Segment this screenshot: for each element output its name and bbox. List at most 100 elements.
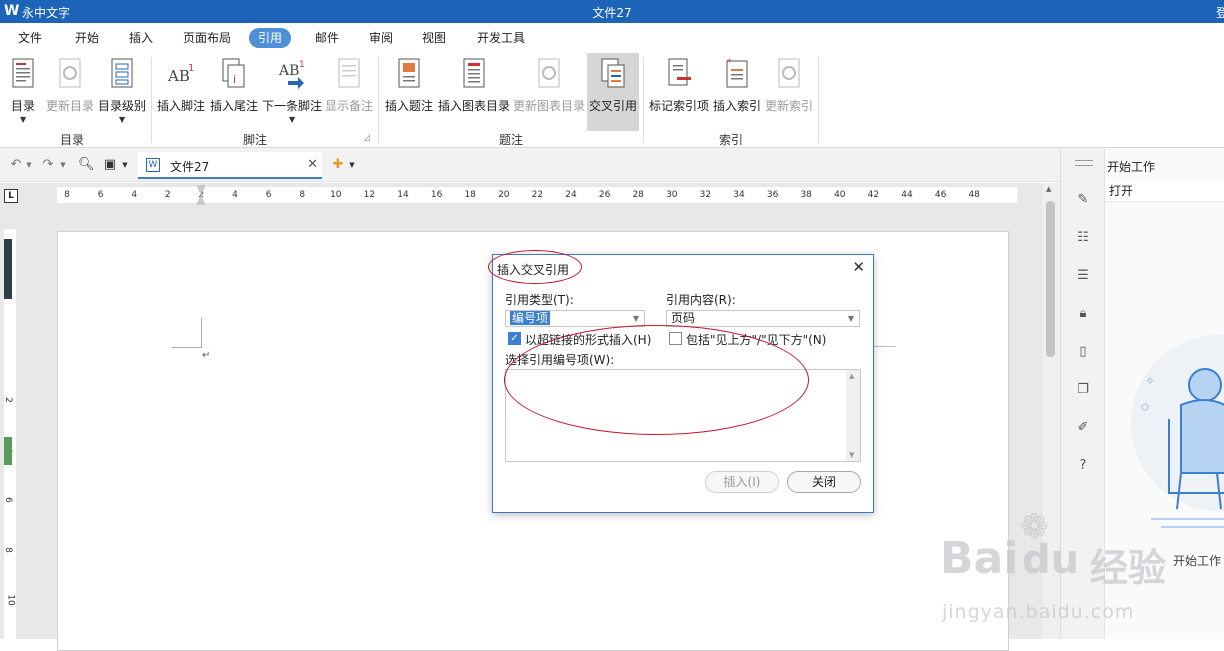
copy-icon[interactable]: ❐ (1075, 382, 1091, 398)
scroll-up-icon[interactable]: ▲ (1046, 185, 1051, 193)
watermark-brand-2: du (1022, 537, 1080, 583)
dialog-title: 插入交叉引用 (497, 263, 570, 277)
close-icon[interactable]: ✕ (307, 157, 318, 172)
open-link[interactable]: 打开 (1105, 180, 1224, 202)
chevron-down-icon[interactable]: ▼ (58, 157, 68, 173)
print-preview-icon[interactable]: 🔍︎ (78, 157, 95, 173)
hyperlink-checkbox[interactable]: ✓ (508, 332, 521, 345)
undo-icon[interactable]: ↶ (8, 157, 24, 173)
window-title: 文件27 (592, 6, 632, 20)
mark-index-button[interactable]: 标记索引项 (647, 53, 711, 131)
help-icon[interactable]: ? (1075, 458, 1091, 474)
reference-content-select[interactable]: 页码 ▼ (666, 310, 860, 327)
pen-icon[interactable]: ✎ (1075, 192, 1091, 208)
scroll-down-icon[interactable]: ▼ (849, 451, 854, 459)
group-label-caption: 题注 (499, 133, 524, 147)
ruler-tick-label: 22 (531, 190, 544, 200)
update-toc-button[interactable]: 更新目录 (42, 53, 98, 131)
update-figure-toc-button[interactable]: 更新图表目录 (512, 53, 586, 131)
next-footnote-label: 下一条脚注 (261, 99, 322, 113)
insert-endnote-button[interactable]: i 插入尾注 (208, 53, 260, 131)
ruler-tick-label: 8 (299, 190, 306, 200)
cross-reference-icon (601, 58, 625, 88)
chevron-down-icon[interactable]: ▼ (24, 157, 34, 173)
reference-type-select[interactable]: 编号项 ▼ (505, 310, 645, 327)
cross-reference-button[interactable]: 交叉引用 (587, 53, 639, 131)
title-bar: W 永中文字 文件27 登 (0, 0, 1224, 23)
scroll-up-icon[interactable]: ▲ (849, 372, 854, 380)
watermark-url: jingyan.baidu.com (942, 601, 1135, 623)
update-index-icon (778, 58, 800, 88)
ruler-tick-label: 8 (2, 547, 13, 553)
menu-mailings[interactable]: 邮件 (306, 28, 348, 48)
ruler-tick-label: 38 (800, 190, 812, 200)
insert-button[interactable]: 插入(I) (705, 471, 779, 493)
insert-figure-toc-label: 插入图表目录 (437, 99, 510, 113)
chevron-down-icon: ▼ (20, 115, 27, 124)
lock-icon[interactable]: 🔒︎ (1075, 306, 1091, 322)
menu-references[interactable]: 引用 (249, 28, 292, 48)
menu-view[interactable]: 视图 (413, 28, 455, 48)
insert-index-button[interactable]: * 插入索引 (712, 53, 762, 131)
reference-list[interactable]: ▲ ▼ (505, 369, 861, 462)
show-notes-label: 显示备注 (324, 99, 373, 113)
edit-icon[interactable]: ✐ (1075, 420, 1091, 436)
insert-footnote-button[interactable]: AB 1 插入脚注 (154, 53, 208, 131)
close-icon[interactable]: ✕ (852, 258, 865, 276)
ruler-tick-label: 18 (464, 190, 476, 200)
margin-corner-mark (172, 318, 202, 348)
horizontal-ruler[interactable]: 8 6 4 2 2 4 6 8 10 12 14 16 18 20 22 24 26 28 30 32 34 36 38 40… (57, 185, 1017, 205)
cross-reference-label: 交叉引用 (588, 99, 637, 113)
insert-footnote-label: 插入脚注 (156, 99, 205, 113)
insert-index-icon: * (726, 58, 748, 88)
show-notes-button[interactable]: 显示备注 (324, 53, 374, 131)
toc-level-label: 目录级别 (97, 99, 146, 113)
new-document-icon[interactable]: ✚ (330, 157, 346, 173)
insert-caption-button[interactable]: 插入题注 (382, 53, 436, 131)
caption-icon (398, 58, 420, 88)
menu-home[interactable]: 开始 (66, 28, 108, 48)
menu-developer[interactable]: 开发工具 (468, 28, 534, 48)
login-link[interactable]: 登 (1216, 4, 1224, 21)
ruler-tick-label: 36 (766, 190, 779, 200)
next-footnote-button[interactable]: AB 1 下一条脚注 ▼ (260, 53, 324, 131)
sliders-icon[interactable]: ☷ (1075, 230, 1091, 246)
clipboard-icon[interactable]: ▯ (1075, 344, 1091, 360)
dialog-launcher-icon[interactable]: ◿ (364, 133, 370, 142)
menu-review[interactable]: 审阅 (360, 28, 402, 48)
ruler-tick-label: 28 (632, 190, 644, 200)
menu-insert[interactable]: 插入 (120, 28, 162, 48)
insert-index-label: 插入索引 (712, 99, 761, 113)
chevron-down-icon[interactable]: ▼ (347, 157, 357, 173)
insert-figure-toc-button[interactable]: 插入图表目录 (436, 53, 512, 131)
ruler-tick-label: 48 (968, 190, 980, 200)
vertical-ruler[interactable]: 246810 (0, 209, 20, 639)
insert-endnote-label: 插入尾注 (209, 99, 258, 113)
save-icon[interactable]: ▣ (102, 157, 118, 173)
update-index-button[interactable]: 更新索引 (763, 53, 815, 131)
update-toc-label: 更新目录 (45, 99, 94, 113)
group-label-index: 索引 (719, 133, 744, 147)
menu-bar: 文件 开始 插入 页面布局 引用 邮件 审阅 视图 开发工具 (0, 23, 1224, 51)
svg-text:i: i (233, 73, 236, 86)
tab-stop-icon[interactable]: L (4, 189, 18, 203)
drag-handle-icon[interactable] (1075, 160, 1093, 161)
menu-page-layout[interactable]: 页面布局 (174, 28, 240, 48)
close-button[interactable]: 关闭 (787, 471, 861, 493)
list-scrollbar[interactable]: ▲ ▼ (846, 370, 860, 461)
ruler-tick-label: 24 (565, 190, 577, 200)
toc-button[interactable]: 目录 ▼ (6, 53, 40, 131)
document-tab[interactable]: W 文件27 ✕ (138, 152, 322, 179)
chevron-down-icon[interactable]: ▼ (120, 157, 130, 173)
above-below-checkbox[interactable] (669, 332, 682, 345)
toc-level-button[interactable]: 目录级别 ▼ (96, 53, 148, 131)
styles-icon[interactable]: ☰ (1075, 268, 1091, 284)
ribbon-separator (378, 57, 379, 143)
svg-text:AB: AB (278, 63, 299, 79)
menu-file[interactable]: 文件 (9, 28, 51, 48)
side-panel-title: 开始工作 (1107, 160, 1156, 174)
redo-icon[interactable]: ↷ (40, 157, 56, 173)
scrollbar-thumb[interactable] (1046, 201, 1055, 357)
document-tab-title: 文件27 (170, 160, 210, 174)
svg-text:*: * (727, 58, 732, 68)
